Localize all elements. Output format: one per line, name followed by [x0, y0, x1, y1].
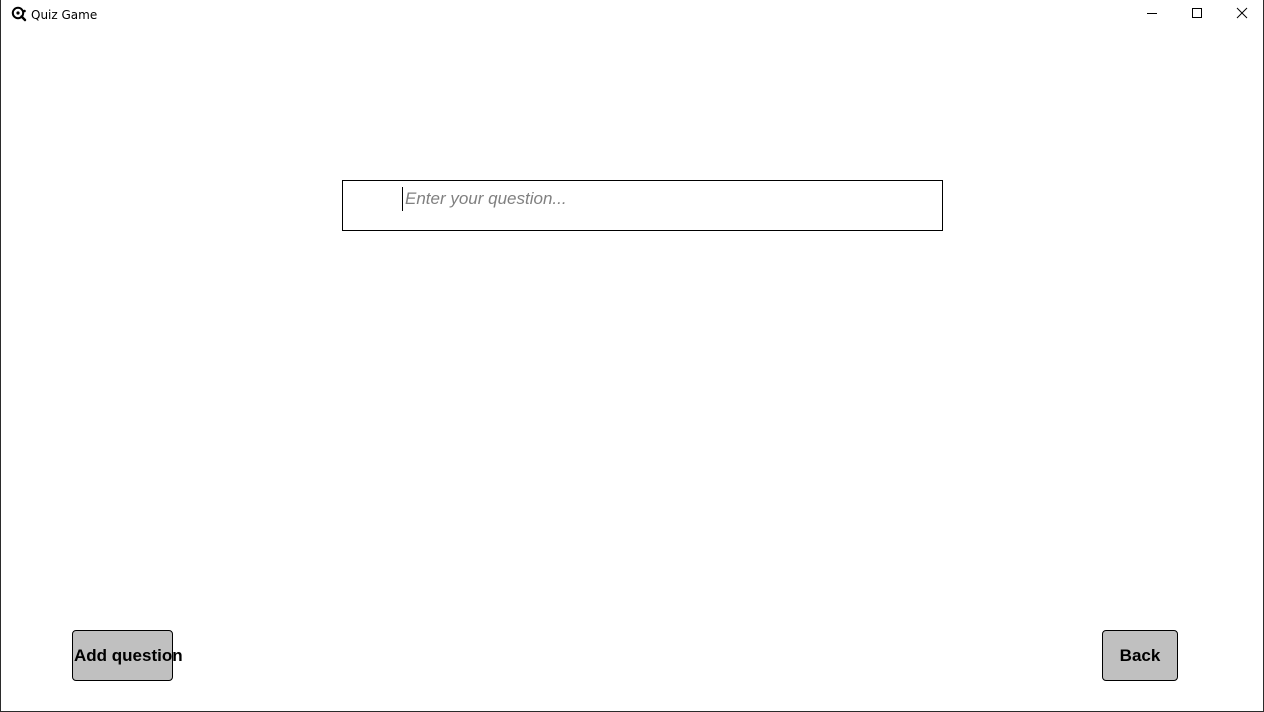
title-bar[interactable]: Quiz Game	[1, 0, 1263, 30]
maximize-button[interactable]	[1174, 0, 1220, 30]
add-question-button[interactable]: Add question	[72, 630, 183, 681]
app-window: Quiz Game A	[0, 0, 1264, 712]
maximize-icon	[1191, 6, 1203, 24]
window-title: Quiz Game	[31, 8, 98, 22]
question-input[interactable]	[402, 187, 925, 211]
minimize-button[interactable]	[1129, 0, 1175, 30]
quiz-app-icon	[11, 6, 27, 22]
back-button[interactable]: Back	[1102, 630, 1178, 681]
close-icon	[1236, 6, 1248, 24]
question-field-container[interactable]	[342, 180, 943, 231]
minimize-icon	[1146, 6, 1158, 24]
close-button[interactable]	[1219, 0, 1264, 30]
